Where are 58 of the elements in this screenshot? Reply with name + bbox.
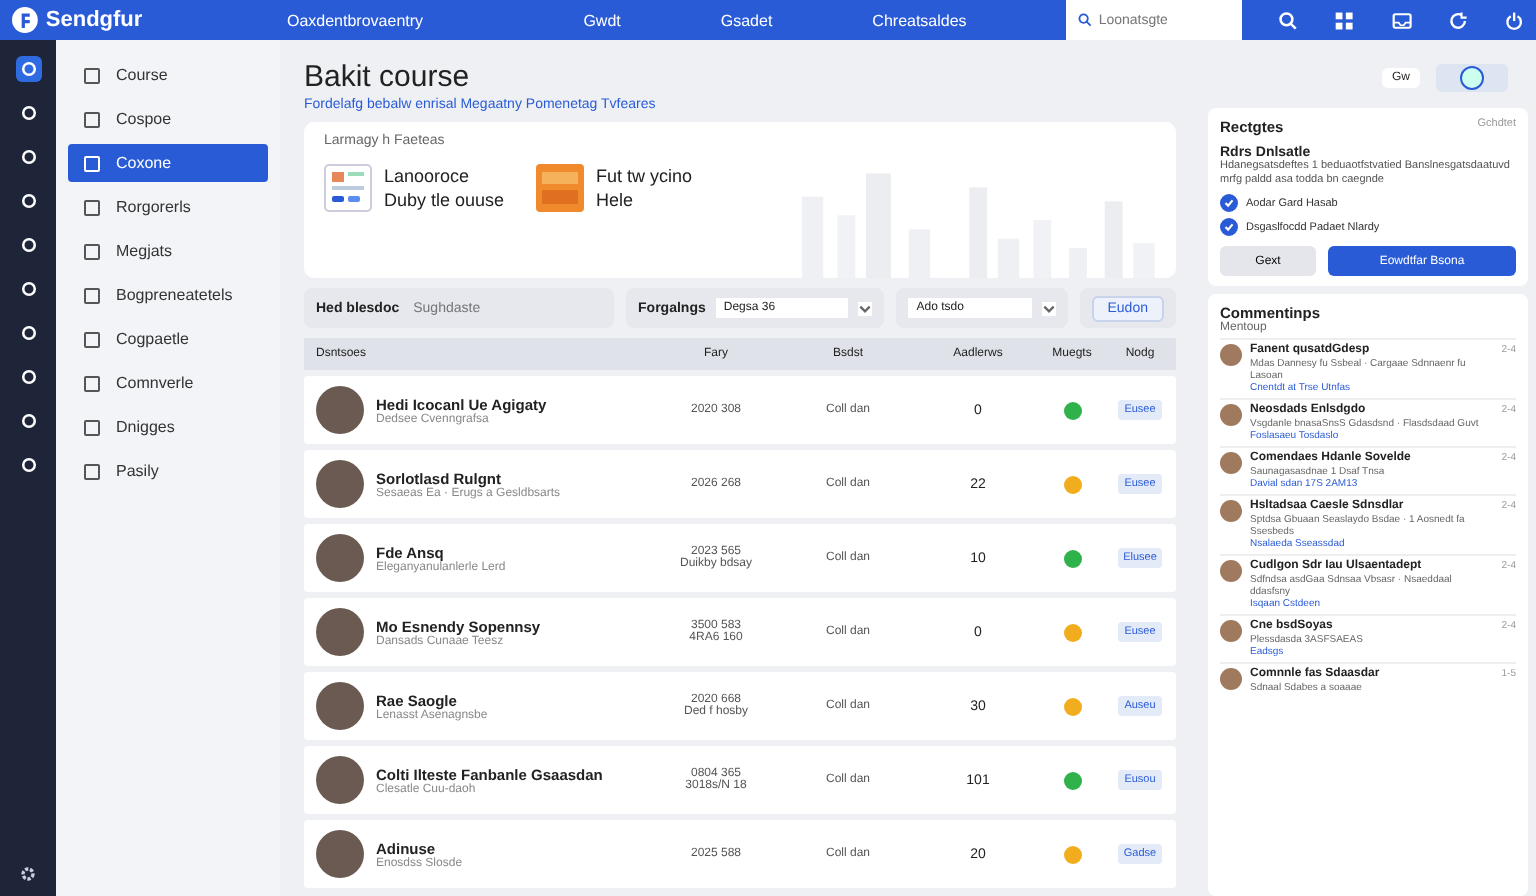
rail-symbol-icon <box>19 60 37 78</box>
power-icon[interactable] <box>1503 9 1525 31</box>
sidebar-item[interactable]: Cospoe <box>68 100 268 138</box>
sidebar-item[interactable]: Megjats <box>68 232 268 270</box>
learning-item-text[interactable]: Lanooroce Duby tle ouuse <box>384 164 505 212</box>
checkbox[interactable] <box>1220 218 1238 236</box>
sidebar-item[interactable]: Coxone <box>68 144 268 182</box>
page-title: Bakit course <box>304 60 472 94</box>
avatar-pill[interactable] <box>1436 64 1508 92</box>
nav-link[interactable]: Gwdt <box>583 11 621 29</box>
sidebar-item[interactable]: Dnigges <box>68 408 268 446</box>
sidebar-item[interactable]: Pasily <box>68 452 268 490</box>
refresh-icon[interactable] <box>1447 9 1468 31</box>
rail-symbol-icon <box>19 412 37 430</box>
caret-icon[interactable] <box>1041 301 1056 316</box>
avatar-circle <box>1220 500 1242 522</box>
avatar-circle <box>316 386 364 434</box>
logo-icon <box>12 6 38 34</box>
rail-symbol-icon <box>19 456 37 474</box>
checkbox[interactable] <box>1220 194 1238 212</box>
rail-symbol-icon <box>19 104 37 122</box>
nav-link[interactable]: Gsadet <box>720 11 773 29</box>
settings-icon[interactable] <box>18 864 38 884</box>
sidebar-item[interactable]: Cogpaetle <box>68 320 268 358</box>
rail-symbol-icon <box>19 236 37 254</box>
search-icon[interactable] <box>1278 9 1299 31</box>
avatar-circle <box>316 682 364 730</box>
app-logo-text: Sendgfur <box>45 8 145 32</box>
sidebar-item[interactable]: Course <box>68 56 268 94</box>
caret-icon[interactable] <box>858 301 873 316</box>
sidebar-item[interactable]: Comnverle <box>68 364 268 402</box>
breadcrumb-link[interactable]: Oaxdentbrovaentry <box>286 11 564 29</box>
avatar-circle <box>1220 452 1242 474</box>
grid-icon[interactable] <box>1334 9 1356 31</box>
avatar-circle <box>1220 560 1242 582</box>
avatar-circle <box>316 460 364 508</box>
avatar-circle <box>1220 668 1242 690</box>
calendar-thumbnail-icon[interactable] <box>324 164 372 212</box>
avatar-circle <box>1220 620 1242 642</box>
nav-link[interactable]: Chreatsaldes <box>872 11 967 29</box>
rail-symbol-icon <box>19 192 37 210</box>
search-icon <box>1078 12 1093 28</box>
avatar-circle <box>316 830 364 878</box>
avatar-circle <box>316 534 364 582</box>
video-thumbnail-icon[interactable] <box>536 164 585 212</box>
rail-button[interactable] <box>15 56 41 82</box>
rail-symbol-icon <box>19 148 37 166</box>
rail-symbol-icon <box>19 368 37 386</box>
avatar-circle <box>1220 404 1242 426</box>
sidebar-item[interactable]: Bogpreneatetels <box>68 276 268 314</box>
avatar-circle <box>316 608 364 656</box>
avatar-circle <box>316 756 364 804</box>
sidebar-item[interactable]: Rorgorerls <box>68 188 268 226</box>
learning-item-text[interactable]: Fut tw ycino Hele <box>596 164 693 212</box>
rail-symbol-icon <box>19 324 37 342</box>
inbox-icon[interactable] <box>1391 9 1412 31</box>
avatar-circle <box>1220 344 1242 366</box>
rail-symbol-icon <box>19 280 37 298</box>
